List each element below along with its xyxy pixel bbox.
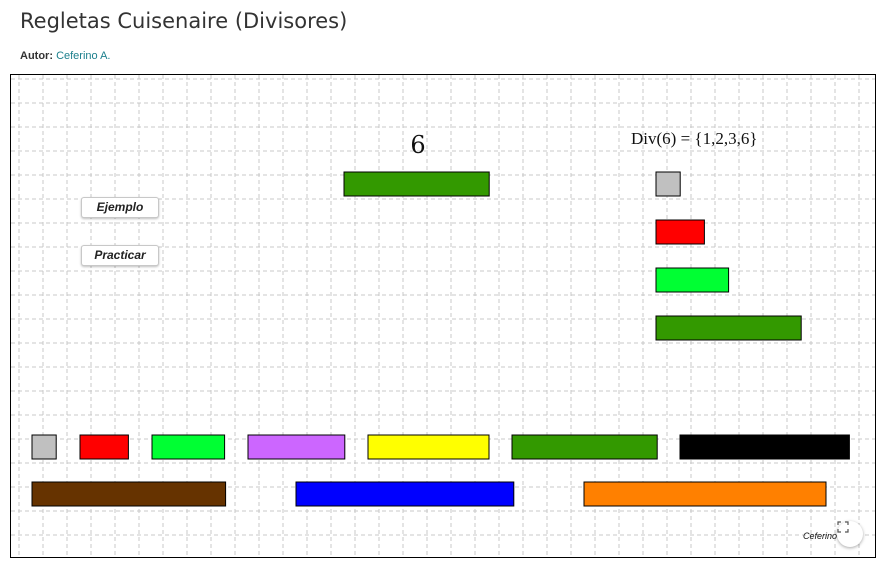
palette-rod-10[interactable] bbox=[583, 481, 827, 507]
divisor-rod-6[interactable] bbox=[655, 315, 802, 341]
target-number: 6 bbox=[410, 131, 426, 159]
palette-rod-6[interactable] bbox=[511, 434, 658, 460]
divisors-formula: Div(6) = {1,2,3,6} bbox=[631, 129, 758, 148]
page-title: Regletas Cuisenaire (Divisores) bbox=[20, 9, 348, 33]
credit-label: Ceferino bbox=[802, 531, 837, 541]
author-label: Autor: bbox=[20, 50, 53, 62]
palette-rod-7[interactable] bbox=[679, 434, 850, 460]
divisor-rod-1[interactable] bbox=[655, 171, 681, 197]
author-link[interactable]: Ceferino A. bbox=[56, 50, 110, 62]
divisor-rod-2[interactable] bbox=[655, 219, 705, 245]
palette-rod-1[interactable] bbox=[31, 434, 57, 460]
ejemplo-button[interactable]: Ejemplo bbox=[81, 197, 159, 218]
target-rod-6[interactable] bbox=[343, 171, 490, 197]
palette-rod-5[interactable] bbox=[367, 434, 490, 460]
applet-canvas[interactable]: Ejemplo Practicar 6 Div(6) = {1,2,3,6} C… bbox=[10, 74, 876, 558]
practicar-button[interactable]: Practicar bbox=[81, 245, 159, 266]
palette-rod-8[interactable] bbox=[31, 481, 227, 507]
palette-rod-2[interactable] bbox=[79, 434, 129, 460]
palette-rod-3[interactable] bbox=[151, 434, 226, 460]
expand-icon bbox=[837, 521, 849, 533]
divisor-rod-3[interactable] bbox=[655, 267, 730, 293]
palette-rod-9[interactable] bbox=[295, 481, 515, 507]
palette-rod-4[interactable] bbox=[247, 434, 346, 460]
author-line: Autor: Ceferino A. bbox=[20, 48, 110, 64]
fullscreen-button[interactable] bbox=[837, 521, 863, 547]
